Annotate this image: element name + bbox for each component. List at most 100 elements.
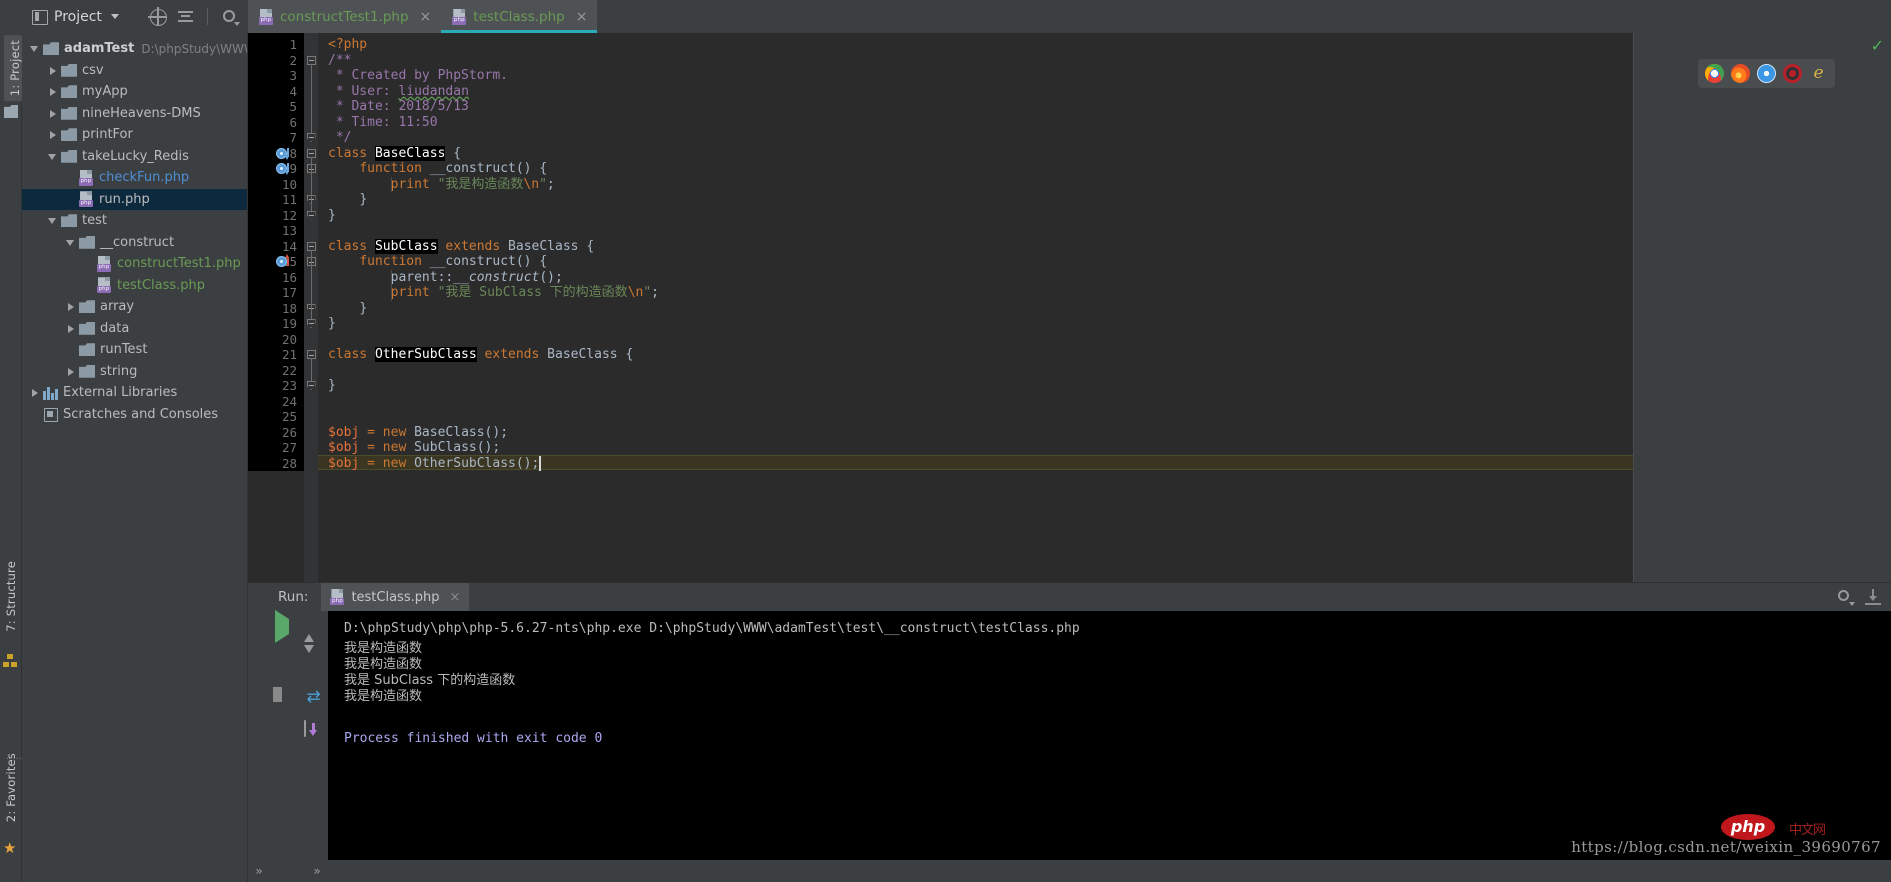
expand-chevron-icon[interactable]: » bbox=[248, 864, 270, 878]
line-number: 21 bbox=[281, 347, 297, 362]
soft-wrap-icon[interactable]: ⇄ bbox=[304, 687, 324, 707]
tool-window-tab-favorites[interactable]: 2: Favorites bbox=[4, 753, 18, 822]
pause-icon[interactable] bbox=[275, 687, 295, 707]
chevron-right-icon[interactable] bbox=[46, 103, 61, 124]
line-number: 20 bbox=[281, 331, 297, 347]
overriding-member-icon[interactable] bbox=[276, 254, 290, 269]
indent-guide bbox=[390, 176, 392, 192]
tree-item-constructtest1-php[interactable]: php constructTest1.php bbox=[22, 253, 247, 275]
collapse-all-icon[interactable] bbox=[177, 8, 194, 25]
tree-item-testclass-php[interactable]: php testClass.php bbox=[22, 275, 247, 297]
stop-icon[interactable] bbox=[275, 653, 295, 673]
console-line: 我是构造函数 bbox=[344, 689, 423, 704]
tree-item-run-php[interactable]: php run.php bbox=[22, 188, 247, 210]
chevron-down-icon[interactable] bbox=[64, 232, 79, 253]
editor-and-run-column: 1 2 3 4 5 6 7 8 9 10 11 12 13 14 15 16 17 18 19 20 21 22 23 24 2… bbox=[248, 33, 1891, 882]
export-icon[interactable] bbox=[1865, 589, 1881, 605]
tree-item--construct[interactable]: __construct bbox=[22, 232, 247, 254]
chevron-right-icon[interactable] bbox=[46, 60, 61, 81]
folder-icon bbox=[79, 364, 95, 378]
line-number: 25 bbox=[281, 409, 297, 424]
scroll-down-icon[interactable] bbox=[303, 645, 324, 673]
line-number: 22 bbox=[281, 362, 297, 378]
close-icon[interactable]: × bbox=[420, 10, 432, 24]
close-icon[interactable]: × bbox=[576, 10, 588, 24]
tree-item-checkfun-php[interactable]: php checkFun.php bbox=[22, 167, 247, 189]
code-line: $obj = new OtherSubClass(); bbox=[328, 455, 540, 471]
php-file-icon: php bbox=[452, 8, 467, 25]
chevron-right-icon[interactable] bbox=[46, 81, 61, 102]
chevron-right-icon[interactable] bbox=[46, 124, 61, 145]
fold-end-icon[interactable] bbox=[306, 210, 316, 220]
indent-guide bbox=[390, 269, 392, 301]
firefox-icon[interactable] bbox=[1731, 64, 1750, 83]
tree-item-myapp[interactable]: myApp bbox=[22, 81, 247, 103]
tree-item-external-libraries[interactable]: External Libraries bbox=[22, 382, 247, 404]
run-console-output[interactable]: php 中文网 https://blog.csdn.net/weixin_396… bbox=[328, 611, 1891, 860]
chevron-down-icon[interactable] bbox=[46, 210, 61, 231]
tree-item-test[interactable]: test bbox=[22, 210, 247, 232]
tree-item-string[interactable]: string bbox=[22, 361, 247, 383]
tree-item-label: myApp bbox=[82, 84, 128, 100]
editor-tab-testClass[interactable]: php testClass.php × bbox=[441, 0, 598, 33]
tree-item-csv[interactable]: csv bbox=[22, 60, 247, 82]
tree-item-adamtest[interactable]: adamTest D:\phpStudy\WWW bbox=[22, 38, 247, 60]
fold-end-icon[interactable] bbox=[306, 133, 316, 142]
chevron-right-icon[interactable] bbox=[64, 361, 79, 382]
safari-icon[interactable] bbox=[1757, 64, 1776, 83]
tree-item-array[interactable]: array bbox=[22, 296, 247, 318]
expand-chevron-icon-2[interactable]: » bbox=[306, 864, 328, 878]
tree-item-printfor[interactable]: printFor bbox=[22, 124, 247, 146]
run-tool-window-header: Run: php testClass.php × bbox=[248, 583, 1891, 611]
status-bar: » » bbox=[248, 860, 1891, 882]
fold-end-icon[interactable] bbox=[306, 319, 316, 328]
editor-tab-constructTest1[interactable]: php constructTest1.php × bbox=[248, 0, 442, 33]
tree-item-label: csv bbox=[82, 62, 104, 78]
tree-item-scratches-and-consoles[interactable]: Scratches and Consoles bbox=[22, 404, 247, 426]
scratches-icon bbox=[43, 407, 58, 423]
php-file-icon: php bbox=[79, 169, 94, 186]
chevron-right-icon[interactable] bbox=[64, 296, 79, 317]
tree-item-nineheavens-dms[interactable]: nineHeavens-DMS bbox=[22, 103, 247, 125]
chevron-down-icon[interactable] bbox=[46, 146, 61, 167]
rerun-play-icon[interactable] bbox=[274, 610, 295, 643]
line-number: 12 bbox=[281, 207, 297, 223]
run-configuration-tab[interactable]: php testClass.php × bbox=[321, 583, 470, 611]
tree-item-runtest[interactable]: runTest bbox=[22, 339, 247, 361]
edge-icon[interactable]: e bbox=[1809, 64, 1828, 83]
chevron-right-icon[interactable] bbox=[64, 318, 79, 339]
tree-item-label: External Libraries bbox=[63, 385, 178, 401]
code-line: } bbox=[359, 192, 368, 207]
close-icon[interactable]: × bbox=[449, 590, 460, 605]
settings-gear-icon[interactable] bbox=[221, 8, 240, 26]
chrome-icon[interactable] bbox=[1705, 64, 1724, 83]
tree-item-data[interactable]: data bbox=[22, 318, 247, 340]
inspection-status-icon[interactable]: ✓ bbox=[1871, 38, 1884, 54]
print-icon[interactable] bbox=[303, 720, 324, 741]
project-view-selector[interactable]: Project bbox=[22, 0, 127, 33]
code-line: } bbox=[328, 378, 336, 393]
implemented-member-icon[interactable] bbox=[276, 162, 290, 176]
code-editor[interactable]: 1 2 3 4 5 6 7 8 9 10 11 12 13 14 15 16 17 18 19 20 21 22 23 24 2… bbox=[248, 33, 1891, 582]
locate-target-icon[interactable] bbox=[147, 7, 167, 26]
code-folding-column[interactable] bbox=[304, 33, 318, 582]
folder-icon bbox=[61, 85, 77, 99]
implemented-member-icon[interactable] bbox=[276, 147, 290, 161]
phpstorm-window: Project php constructTest1.php × php tes… bbox=[0, 0, 1891, 882]
folder-icon bbox=[61, 149, 77, 163]
settings-gear-icon[interactable] bbox=[1837, 589, 1855, 606]
tree-item-takelucky-redis[interactable]: takeLucky_Redis bbox=[22, 146, 247, 168]
scroll-up-icon[interactable] bbox=[303, 619, 324, 642]
chevron-right-icon[interactable] bbox=[28, 382, 43, 403]
chevron-down-icon[interactable] bbox=[28, 38, 43, 59]
opera-icon[interactable] bbox=[1783, 64, 1802, 83]
fold-end-icon[interactable] bbox=[306, 381, 316, 390]
tool-window-tab-structure[interactable]: 7: Structure bbox=[4, 561, 18, 632]
line-number: 18 bbox=[281, 300, 297, 316]
editor-gutter[interactable]: 1 2 3 4 5 6 7 8 9 10 11 12 13 14 15 16 17 18 19 20 21 22 23 24 2… bbox=[248, 33, 304, 582]
tree-item-label: checkFun.php bbox=[99, 170, 190, 186]
run-tool-window: Run: php testClass.php × ⇄ php 中文网 https… bbox=[248, 582, 1891, 882]
